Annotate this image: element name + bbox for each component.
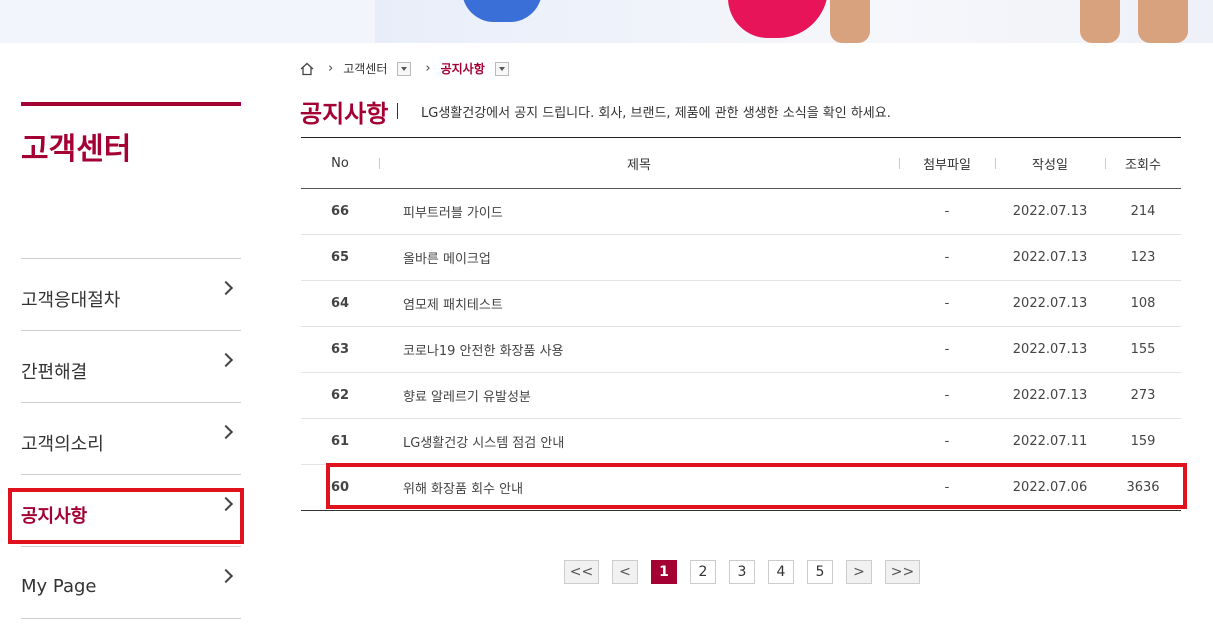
header-file-label: 첨부파일 — [923, 157, 971, 173]
row-attachment: - — [944, 434, 950, 449]
header-views-label: 조회수 — [1125, 157, 1161, 173]
breadcrumb-separator: › — [425, 61, 431, 76]
sidebar-accent-line — [21, 102, 241, 106]
breadcrumb: › 고객센터 › 공지사항 — [300, 60, 509, 77]
header-no: No — [331, 155, 349, 171]
row-title-link[interactable]: LG생활건강 시스템 점검 안내 — [379, 419, 899, 465]
chevron-right-icon — [218, 352, 234, 368]
home-icon[interactable] — [300, 62, 314, 76]
sidebar-highlight-box — [8, 488, 244, 544]
next-page-button[interactable]: > — [846, 560, 872, 584]
banner-arm — [830, 0, 870, 43]
header-title: 제목 — [379, 138, 899, 189]
sidebar-item-label: 간편해결 — [21, 361, 88, 383]
table-row[interactable]: 64 염모제 패치테스트 - 2022.07.13 108 — [301, 281, 1181, 327]
table-row[interactable]: 61 LG생활건강 시스템 점검 안내 - 2022.07.11 159 — [301, 419, 1181, 465]
title-divider — [397, 103, 398, 119]
breadcrumb-section[interactable]: 고객센터 — [343, 60, 387, 77]
row-highlight-box — [326, 463, 1187, 509]
header-divider — [899, 158, 900, 169]
row-date: 2022.07.13 — [1012, 204, 1088, 219]
row-attachment: - — [944, 388, 950, 403]
table-row[interactable]: 66 피부트러블 가이드 - 2022.07.13 214 — [301, 189, 1181, 235]
page-button-1[interactable]: 1 — [651, 560, 677, 584]
row-date: 2022.07.13 — [1012, 250, 1088, 265]
header-divider — [995, 158, 996, 169]
row-title-link[interactable]: 향료 알레르기 유발성분 — [379, 373, 899, 419]
pagination: << < 1 2 3 4 5 > >> — [564, 560, 933, 584]
row-date: 2022.07.11 — [1012, 434, 1088, 449]
sidebar-title: 고객센터 — [21, 132, 132, 167]
header-divider — [379, 158, 380, 169]
row-title-link[interactable]: 피부트러블 가이드 — [379, 189, 899, 235]
sidebar-nav: 고객응대절차 간편해결 고객의소리 공지사항 My Page — [21, 258, 241, 619]
sidebar-item-label: 고객의소리 — [21, 433, 104, 455]
sidebar-item-easy-solution[interactable]: 간편해결 — [21, 330, 241, 402]
row-date: 2022.07.13 — [1012, 342, 1088, 357]
row-no: 66 — [330, 204, 350, 219]
row-date: 2022.07.13 — [1012, 388, 1088, 403]
top-banner-image — [0, 0, 1213, 43]
header-date: 작성일 — [995, 138, 1105, 189]
banner-arm — [1138, 0, 1188, 43]
row-views: 214 — [1130, 204, 1156, 219]
header-attachment: 첨부파일 — [899, 138, 995, 189]
row-no: 61 — [330, 434, 350, 449]
page-button-5[interactable]: 5 — [807, 560, 833, 584]
row-attachment: - — [944, 204, 950, 219]
row-no: 62 — [330, 388, 350, 403]
page-title: 공지사항 — [300, 100, 389, 128]
row-no: 64 — [330, 296, 350, 311]
row-title-link[interactable]: 코로나19 안전한 화장품 사용 — [379, 327, 899, 373]
page-button-4[interactable]: 4 — [768, 560, 794, 584]
banner-arm — [1080, 0, 1120, 43]
page-button-2[interactable]: 2 — [690, 560, 716, 584]
dropdown-arrow-icon[interactable] — [397, 61, 412, 76]
sidebar-item-label: My Page — [21, 576, 97, 597]
header-divider — [1105, 158, 1106, 169]
row-views: 108 — [1130, 296, 1156, 311]
notice-table: No 제목 첨부파일 작성일 조회수 66 피부트러블 가이드 - 2022.0… — [301, 137, 1181, 511]
row-title-link[interactable]: 염모제 패치테스트 — [379, 281, 899, 327]
row-attachment: - — [944, 250, 950, 265]
row-attachment: - — [944, 342, 950, 357]
breadcrumb-current[interactable]: 공지사항 — [441, 60, 485, 77]
sidebar-item-customer-voice[interactable]: 고객의소리 — [21, 402, 241, 474]
chevron-right-icon — [218, 568, 234, 584]
chevron-right-icon — [218, 280, 234, 296]
row-attachment: - — [944, 296, 950, 311]
row-date: 2022.07.13 — [1012, 296, 1088, 311]
sidebar-item-customer-procedure[interactable]: 고객응대절차 — [21, 258, 241, 330]
row-views: 123 — [1130, 250, 1156, 265]
row-views: 155 — [1130, 342, 1156, 357]
table-row[interactable]: 62 향료 알레르기 유발성분 - 2022.07.13 273 — [301, 373, 1181, 419]
sidebar-item-label: 고객응대절차 — [21, 289, 121, 311]
row-views: 159 — [1130, 434, 1156, 449]
table-row[interactable]: 63 코로나19 안전한 화장품 사용 - 2022.07.13 155 — [301, 327, 1181, 373]
divider — [21, 618, 241, 619]
table-row[interactable]: 65 올바른 메이크업 - 2022.07.13 123 — [301, 235, 1181, 281]
chevron-right-icon — [218, 424, 234, 440]
page-button-3[interactable]: 3 — [729, 560, 755, 584]
header-title-label: 제목 — [627, 157, 651, 173]
row-no: 65 — [330, 250, 350, 265]
breadcrumb-separator: › — [328, 61, 334, 76]
prev-page-button[interactable]: < — [612, 560, 638, 584]
row-no: 63 — [330, 342, 350, 357]
header-views: 조회수 — [1105, 138, 1181, 189]
sidebar-item-my-page[interactable]: My Page — [21, 546, 241, 618]
header-date-label: 작성일 — [1032, 157, 1068, 173]
row-views: 273 — [1130, 388, 1156, 403]
row-title-link[interactable]: 올바른 메이크업 — [379, 235, 899, 281]
last-page-button[interactable]: >> — [885, 560, 920, 584]
page-description: LG생활건강에서 공지 드립니다. 회사, 브랜드, 제품에 관한 생생한 소식… — [421, 106, 891, 121]
table-header-row: No 제목 첨부파일 작성일 조회수 — [301, 137, 1181, 189]
dropdown-arrow-icon[interactable] — [494, 61, 509, 76]
first-page-button[interactable]: << — [564, 560, 599, 584]
